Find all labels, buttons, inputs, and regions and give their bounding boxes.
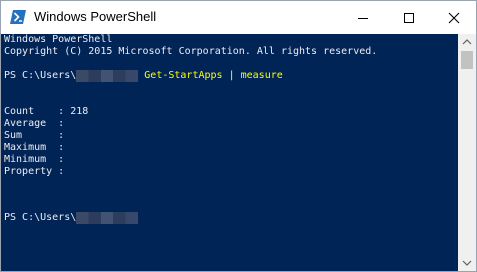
console-line: Average : — [4, 118, 65, 129]
console-line: Maximum : — [4, 142, 65, 153]
console-line: Copyright (C) 2015 Microsoft Corporation… — [4, 46, 378, 57]
minimize-button[interactable] — [340, 1, 386, 34]
prompt-line: PS C:\Users\ Get-StartApps | measure — [4, 70, 283, 82]
redacted-username — [76, 212, 139, 224]
scroll-down-icon[interactable] — [462, 260, 472, 266]
command-text: Get-StartApps | measure — [144, 70, 283, 81]
prompt-prefix: PS C:\Users\ — [4, 212, 77, 223]
redacted-username — [76, 70, 139, 82]
maximize-button[interactable] — [386, 1, 432, 34]
console-line: Minimum : — [4, 154, 65, 165]
console-line: Count : 218 — [4, 106, 89, 117]
vertical-scrollbar[interactable] — [458, 34, 476, 271]
powershell-window: Windows PowerShell Windows PowerShell Co… — [0, 0, 477, 272]
scrollbar-thumb[interactable] — [461, 51, 473, 69]
prompt-line: PS C:\Users\ — [4, 212, 139, 224]
console-line: Sum : — [4, 130, 65, 141]
prompt-prefix: PS C:\Users\ — [4, 70, 77, 81]
close-icon — [448, 12, 460, 24]
minimize-icon — [358, 18, 368, 19]
console-line: Property : — [4, 166, 65, 177]
console-line: Windows PowerShell — [4, 34, 113, 45]
title-bar[interactable]: Windows PowerShell — [1, 1, 476, 34]
powershell-icon[interactable] — [10, 9, 26, 25]
maximize-icon — [404, 13, 414, 23]
console-area[interactable]: Windows PowerShell Copyright (C) 2015 Mi… — [1, 34, 458, 271]
scroll-up-icon[interactable] — [462, 39, 472, 45]
window-title: Windows PowerShell — [34, 9, 157, 24]
close-button[interactable] — [431, 1, 476, 34]
